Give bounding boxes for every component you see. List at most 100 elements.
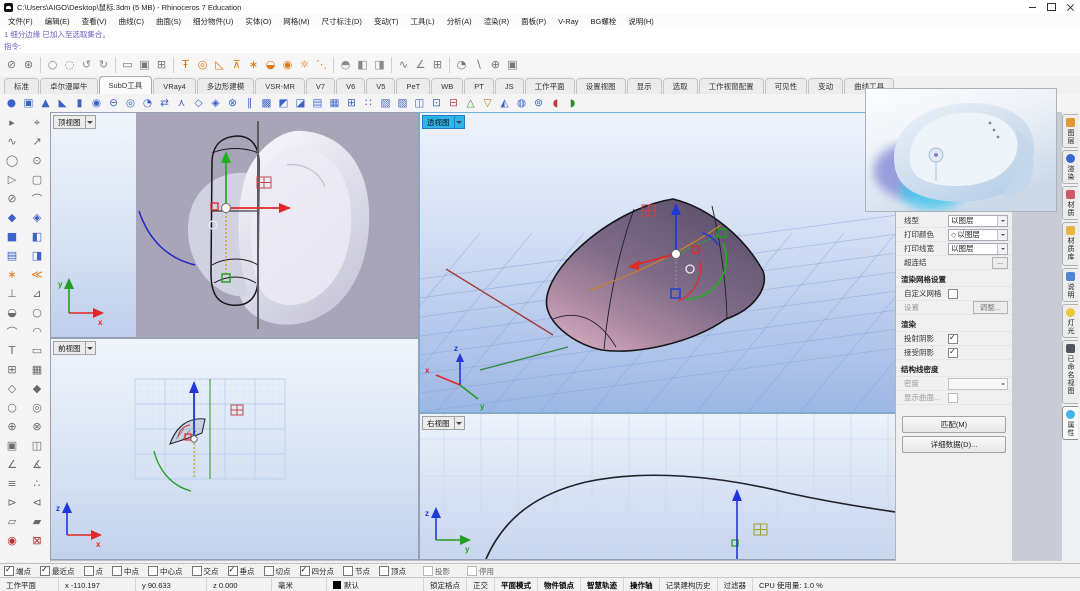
- panel-small-button[interactable]: 调整...: [972, 301, 1008, 314]
- menu-item[interactable]: 渲染(R): [478, 16, 515, 27]
- sidebar-tool-icon[interactable]: ⊙: [25, 151, 49, 170]
- ribbon-tab[interactable]: 选取: [662, 78, 698, 94]
- subd-tool-icon[interactable]: △: [462, 95, 479, 111]
- subd-tool-icon[interactable]: ▩: [258, 95, 275, 111]
- menu-item[interactable]: BG螺栓: [585, 16, 623, 27]
- sidebar-tool-icon[interactable]: ⊠: [25, 531, 49, 550]
- viewport-menu-arrow-icon[interactable]: [84, 342, 95, 354]
- subd-mouse-surface[interactable]: [545, 198, 766, 352]
- subd-tool-icon[interactable]: ∥: [241, 95, 258, 111]
- panel-button[interactable]: 匹配(M): [902, 416, 1006, 433]
- ribbon-tab[interactable]: VRay4: [153, 78, 196, 94]
- menu-item[interactable]: 曲面(S): [150, 16, 187, 27]
- tool-icon[interactable]: Ŧ: [177, 56, 194, 74]
- status-field[interactable]: 默认: [327, 578, 424, 591]
- panel-tab-layers[interactable]: 图层: [1062, 114, 1078, 148]
- sidebar-tool-icon[interactable]: ○: [0, 398, 24, 417]
- subd-tool-icon[interactable]: ⊚: [530, 95, 547, 111]
- subd-tool-icon[interactable]: ⊡: [428, 95, 445, 111]
- menu-item[interactable]: 说明(H): [622, 16, 659, 27]
- menu-item[interactable]: 尺寸标注(D): [316, 16, 368, 27]
- right-viewport-canvas[interactable]: z y: [420, 414, 942, 559]
- status-field[interactable]: x -110.197: [59, 578, 136, 591]
- ribbon-tab[interactable]: 可见性: [764, 78, 808, 94]
- subd-tool-icon[interactable]: ◗: [564, 95, 581, 111]
- tool-icon[interactable]: ⊞: [429, 56, 446, 74]
- status-toggle[interactable]: 平面模式: [495, 578, 538, 591]
- sidebar-tool-icon[interactable]: ⊥: [0, 284, 24, 303]
- tool-icon[interactable]: ◨: [371, 56, 388, 74]
- subd-tool-icon[interactable]: ▣: [20, 95, 37, 111]
- mouse-profile-curve[interactable]: [485, 474, 942, 559]
- sidebar-tool-icon[interactable]: ↗: [25, 132, 49, 151]
- sidebar-tool-icon[interactable]: ◆: [25, 379, 49, 398]
- status-toggle[interactable]: 锁定格点: [424, 578, 467, 591]
- tool-icon[interactable]: ∠: [412, 56, 429, 74]
- minimize-button[interactable]: [1023, 0, 1042, 14]
- panel-button[interactable]: 详细数据(D)...: [902, 436, 1006, 453]
- osnap-toggle[interactable]: 中点: [112, 566, 139, 577]
- chevron-down-icon[interactable]: [997, 229, 1007, 240]
- command-input[interactable]: [24, 41, 1080, 52]
- status-field[interactable]: 毫米: [272, 578, 327, 591]
- status-toggle[interactable]: 智慧轨迹: [581, 578, 624, 591]
- sidebar-tool-icon[interactable]: ▷: [0, 170, 24, 189]
- tool-icon[interactable]: ◺: [211, 56, 228, 74]
- menu-item[interactable]: 工具(L): [405, 16, 441, 27]
- sidebar-tool-icon[interactable]: ⌒: [0, 322, 24, 341]
- sidebar-tool-icon[interactable]: ⊳: [0, 493, 24, 512]
- tool-icon[interactable]: ☼: [296, 56, 313, 74]
- subd-tool-icon[interactable]: ◈: [207, 95, 224, 111]
- tool-icon[interactable]: ⊞: [153, 56, 170, 74]
- sidebar-tool-icon[interactable]: ■: [0, 227, 24, 246]
- subd-tool-icon[interactable]: ◩: [275, 95, 292, 111]
- checkbox[interactable]: [83, 566, 94, 576]
- osnap-toggle[interactable]: 最近点: [40, 565, 75, 577]
- checkbox[interactable]: [948, 333, 958, 344]
- tool-icon[interactable]: ◓: [337, 56, 354, 74]
- sidebar-tool-icon[interactable]: ▸: [0, 113, 24, 132]
- viewport-menu-arrow-icon[interactable]: [453, 116, 464, 128]
- ribbon-tab[interactable]: V7: [305, 78, 336, 94]
- viewport-title-top[interactable]: 顶视图: [53, 115, 96, 129]
- sidebar-tool-icon[interactable]: ⌖: [25, 113, 49, 132]
- status-toggle[interactable]: 物件锁点: [538, 578, 581, 591]
- menu-item[interactable]: 文件(F): [2, 16, 39, 27]
- sidebar-tool-icon[interactable]: ◧: [25, 227, 49, 246]
- menu-item[interactable]: 面板(P): [515, 16, 552, 27]
- sidebar-tool-icon[interactable]: ▭: [25, 341, 49, 360]
- osnap-toggle[interactable]: 垂点: [227, 565, 255, 577]
- sidebar-tool-icon[interactable]: ∿: [0, 132, 24, 151]
- sidebar-tool-icon[interactable]: ⌒: [25, 189, 49, 208]
- osnap-toggle[interactable]: 端点: [4, 565, 31, 577]
- sidebar-tool-icon[interactable]: ⊗: [25, 417, 49, 436]
- subd-tool-icon[interactable]: ⊖: [105, 95, 122, 111]
- checkbox[interactable]: [299, 565, 310, 576]
- tool-icon[interactable]: ▣: [136, 56, 153, 74]
- subd-tool-icon[interactable]: ▲: [37, 95, 54, 111]
- osnap-toggle[interactable]: 投影: [423, 566, 450, 577]
- osnap-toggle[interactable]: 节点: [343, 566, 370, 577]
- close-button[interactable]: [1061, 0, 1080, 14]
- tool-icon[interactable]: ◉: [279, 56, 296, 74]
- chevron-down-icon[interactable]: [997, 215, 1007, 226]
- osnap-toggle[interactable]: 点: [83, 566, 103, 577]
- sidebar-tool-icon[interactable]: ◒: [0, 303, 24, 322]
- panel-select[interactable]: 以图层: [948, 214, 1008, 227]
- sidebar-tool-icon[interactable]: ◆: [0, 208, 24, 227]
- ribbon-tab[interactable]: JS: [494, 78, 524, 94]
- ribbon-tab[interactable]: 显示: [626, 78, 662, 94]
- tool-icon[interactable]: ○: [44, 56, 61, 74]
- sidebar-tool-icon[interactable]: ⊘: [0, 189, 24, 208]
- sidebar-tool-icon[interactable]: ○: [25, 303, 49, 322]
- status-toggle[interactable]: 操作轴: [624, 578, 660, 591]
- menu-item[interactable]: 细分物件(U): [187, 16, 239, 27]
- ribbon-tab[interactable]: V6: [336, 78, 366, 94]
- ribbon-tab[interactable]: PeT: [396, 78, 431, 94]
- osnap-toggle[interactable]: 四分点: [299, 565, 334, 577]
- top-viewport-canvas[interactable]: y x: [51, 113, 418, 337]
- viewport-title-front[interactable]: 前视图: [53, 341, 96, 355]
- subd-tool-icon[interactable]: ⊟: [445, 95, 462, 111]
- front-viewport-canvas[interactable]: z x: [51, 339, 418, 559]
- tool-icon[interactable]: ∿: [395, 56, 412, 74]
